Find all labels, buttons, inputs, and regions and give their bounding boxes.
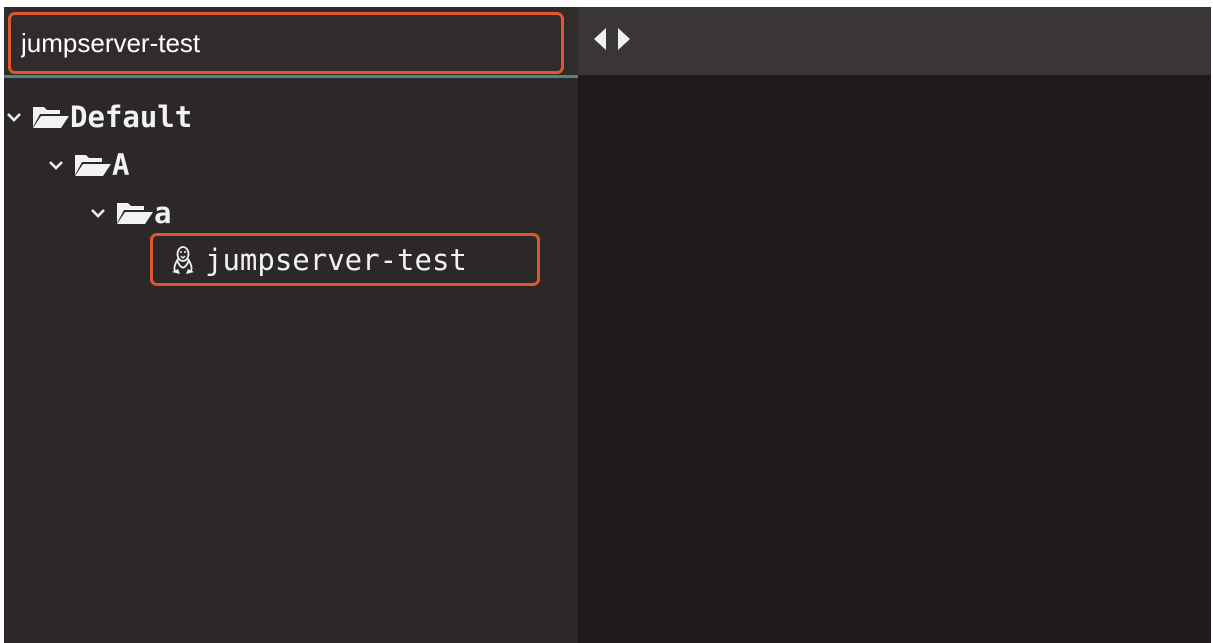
terminal-content-area xyxy=(578,75,1211,643)
asset-tree-sidebar: Default A xyxy=(4,7,578,643)
search-input[interactable] xyxy=(8,12,564,74)
tree-node-a-upper[interactable]: A xyxy=(48,145,129,185)
tree-asset-label: jumpserver-test xyxy=(205,242,467,277)
folder-open-icon xyxy=(32,105,70,129)
tree-node-a-lower[interactable]: a xyxy=(90,193,171,233)
search-bar xyxy=(4,7,578,78)
chevron-down-icon[interactable] xyxy=(90,202,116,224)
linux-icon xyxy=(171,245,195,275)
tree-node-label: A xyxy=(112,148,130,182)
tree-node-default[interactable]: Default xyxy=(6,97,192,137)
tree-node-label: Default xyxy=(70,100,193,134)
caret-left-right-icon xyxy=(594,28,630,50)
tree-asset-jumpserver-test[interactable]: jumpserver-test xyxy=(150,233,540,286)
chevron-down-icon[interactable] xyxy=(6,106,32,128)
folder-open-icon xyxy=(116,201,154,225)
tab-bar xyxy=(578,7,1211,75)
folder-open-icon xyxy=(74,153,112,177)
web-terminal-window: Default A xyxy=(4,7,1211,643)
sidebar-toggle-button[interactable] xyxy=(589,25,635,53)
chevron-down-icon[interactable] xyxy=(48,154,74,176)
tree-node-label: a xyxy=(154,196,172,230)
